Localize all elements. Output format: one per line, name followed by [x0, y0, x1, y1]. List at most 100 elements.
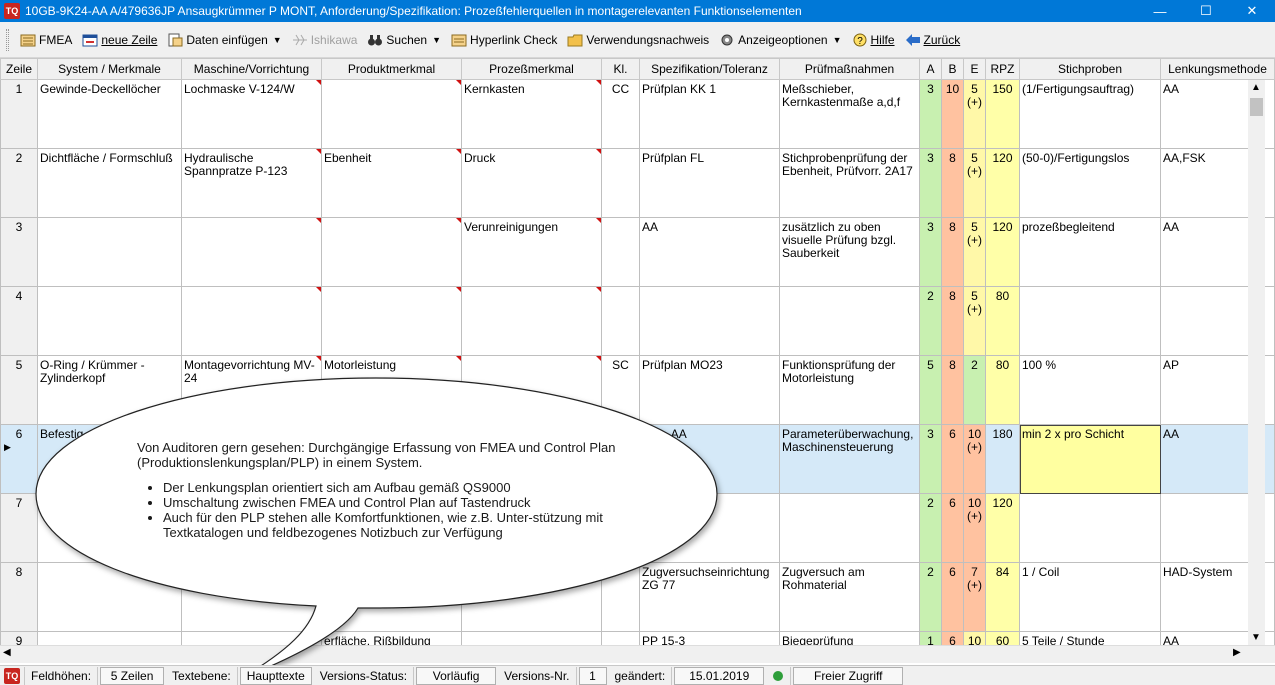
class-cell[interactable]	[601, 631, 640, 645]
rpz-cell[interactable]: 120	[985, 493, 1020, 563]
column-header-maschine[interactable]: Maschine/Vorrichtung	[181, 58, 322, 80]
row-number-cell[interactable]: 3	[0, 217, 38, 287]
maximize-button[interactable]: ☐	[1183, 0, 1229, 22]
scroll-right-icon[interactable]: ▶	[1233, 647, 1241, 658]
column-header-rpz[interactable]: RPZ	[985, 58, 1020, 80]
sample-cell[interactable]: 1 / Coil	[1019, 562, 1161, 632]
scroll-left-icon[interactable]: ◀	[3, 647, 11, 658]
sample-cell[interactable]: (50-0)/Fertigungslos	[1019, 148, 1161, 218]
a-value-cell[interactable]: 3	[919, 424, 942, 494]
ishikawa-button[interactable]: Ishikawa	[287, 28, 363, 52]
a-value-cell[interactable]: 5	[919, 355, 942, 425]
a-value-cell[interactable]: 3	[919, 79, 942, 149]
specification-cell[interactable]: PP 15-3	[639, 631, 780, 645]
field-height-value[interactable]: 5 Zeilen	[100, 666, 165, 685]
a-value-cell[interactable]: 2	[919, 286, 942, 356]
hyperlink-check-button[interactable]: Hyperlink Check	[446, 28, 562, 52]
specification-cell[interactable]: Zugversuchseinrichtung ZG 77	[639, 562, 780, 632]
column-header-b[interactable]: B	[941, 58, 964, 80]
e-value-cell[interactable]: 2	[963, 355, 986, 425]
table-row[interactable]: 4 2 8 5 (+) 80	[0, 286, 1275, 356]
horizontal-scrollbar[interactable]: ◀ ▶	[0, 645, 1275, 663]
vertical-scrollbar[interactable]: ▲ ▼	[1248, 80, 1265, 645]
e-value-cell[interactable]: 10	[963, 631, 986, 645]
product-feature-cell[interactable]	[321, 286, 462, 356]
sample-cell[interactable]	[1019, 286, 1161, 356]
test-measures-cell[interactable]: Meßschieber, Kernkastenmaße a,d,f	[779, 79, 920, 149]
class-cell[interactable]: SC	[601, 355, 640, 425]
specification-cell[interactable]: Prüfplan KK 1	[639, 79, 780, 149]
system-cell[interactable]	[37, 631, 182, 645]
new-row-button[interactable]: neue Zeile	[77, 28, 162, 52]
e-value-cell[interactable]: 10 (+)	[963, 493, 986, 563]
class-cell[interactable]	[601, 562, 640, 632]
machine-cell[interactable]	[181, 631, 322, 645]
row-number-cell[interactable]: 7	[0, 493, 38, 563]
column-header-produktmerkmal[interactable]: Produktmerkmal	[321, 58, 462, 80]
rpz-cell[interactable]: 60	[985, 631, 1020, 645]
row-number-cell[interactable]: 9	[0, 631, 38, 645]
table-row[interactable]: 3 Verunreinigungen AA zusätzlich zu oben vi…	[0, 217, 1275, 287]
e-value-cell[interactable]: 5 (+)	[963, 79, 986, 149]
specification-cell[interactable]	[639, 286, 780, 356]
rpz-cell[interactable]: 120	[985, 148, 1020, 218]
test-measures-cell[interactable]: Funktionsprüfung der Motorleistung	[779, 355, 920, 425]
rpz-cell[interactable]: 180	[985, 424, 1020, 494]
column-header-e[interactable]: E	[963, 58, 986, 80]
product-feature-cell[interactable]: Ebenheit	[321, 148, 462, 218]
row-number-cell[interactable]: 2	[0, 148, 38, 218]
sample-cell[interactable]: 100 %	[1019, 355, 1161, 425]
b-value-cell[interactable]: 8	[941, 286, 964, 356]
sample-cell[interactable]: prozeßbegleitend	[1019, 217, 1161, 287]
b-value-cell[interactable]: 6	[941, 424, 964, 494]
e-value-cell[interactable]: 5 (+)	[963, 148, 986, 218]
system-cell[interactable]: Dichtfläche / Formschluß	[37, 148, 182, 218]
product-feature-cell[interactable]: Motorleistung	[321, 355, 462, 425]
test-measures-cell[interactable]: Stichprobenprüfung der Ebenheit, Prüfvor…	[779, 148, 920, 218]
row-number-cell[interactable]: 8	[0, 562, 38, 632]
table-row[interactable]: 1 Gewinde-Deckellöcher Lochmaske V-124/W Ke…	[0, 79, 1275, 149]
e-value-cell[interactable]: 5 (+)	[963, 217, 986, 287]
class-cell[interactable]	[601, 148, 640, 218]
test-measures-cell[interactable]: zusätzlich zu oben visuelle Prüfung bzgl…	[779, 217, 920, 287]
version-number-value[interactable]: 1	[578, 666, 607, 685]
display-options-button[interactable]: Anzeigeoptionen ▼	[714, 28, 846, 52]
machine-cell[interactable]: Lochmaske V-124/W	[181, 79, 322, 149]
rpz-cell[interactable]: 150	[985, 79, 1020, 149]
a-value-cell[interactable]: 3	[919, 217, 942, 287]
column-header-spezifikation[interactable]: Spezifikation/Toleranz	[639, 58, 780, 80]
column-header-klasse[interactable]: Kl.	[601, 58, 640, 80]
e-value-cell[interactable]: 5 (+)	[963, 286, 986, 356]
toolbar-grip[interactable]	[6, 28, 9, 51]
test-measures-cell[interactable]: Parameterüberwachung, Maschinensteuerung	[779, 424, 920, 494]
table-row[interactable]: 9 erfläche, Rißbildung PP 15-3 Biegeprüfung…	[0, 631, 1275, 645]
test-measures-cell[interactable]: Zugversuch am Rohmaterial	[779, 562, 920, 632]
version-status-value[interactable]: Vorläufig	[416, 666, 497, 685]
search-button[interactable]: Suchen ▼	[362, 28, 446, 52]
close-button[interactable]: ✕	[1229, 0, 1275, 22]
machine-cell[interactable]	[181, 562, 322, 632]
b-value-cell[interactable]: 6	[941, 562, 964, 632]
system-cell[interactable]	[37, 562, 182, 632]
help-button[interactable]: ? Hilfe	[847, 28, 900, 52]
system-cell[interactable]	[37, 286, 182, 356]
e-value-cell[interactable]: 7 (+)	[963, 562, 986, 632]
b-value-cell[interactable]: 6	[941, 493, 964, 563]
test-measures-cell[interactable]	[779, 493, 920, 563]
rpz-cell[interactable]: 80	[985, 355, 1020, 425]
insert-data-button[interactable]: Daten einfügen ▼	[162, 28, 286, 52]
table-row[interactable]: 2 Dichtfläche / Formschluß Hydraulische Sp…	[0, 148, 1275, 218]
row-number-cell[interactable]: 1	[0, 79, 38, 149]
sample-cell[interactable]	[1019, 493, 1161, 563]
machine-cell[interactable]: Montagevorrichtung MV-24	[181, 355, 322, 425]
product-feature-cell[interactable]	[321, 562, 462, 632]
process-feature-cell[interactable]	[461, 355, 602, 425]
machine-cell[interactable]	[181, 286, 322, 356]
fmea-button[interactable]: FMEA	[15, 28, 77, 52]
column-header-zeile[interactable]: Zeile	[0, 58, 38, 80]
table-row[interactable]: 8 Zugversuchseinrichtung ZG 77 Zugversuch …	[0, 562, 1275, 632]
b-value-cell[interactable]: 10	[941, 79, 964, 149]
test-measures-cell[interactable]	[779, 286, 920, 356]
back-button[interactable]: Zurück	[900, 28, 966, 52]
column-header-lenkungsmethode[interactable]: Lenkungsmethode	[1160, 58, 1275, 80]
